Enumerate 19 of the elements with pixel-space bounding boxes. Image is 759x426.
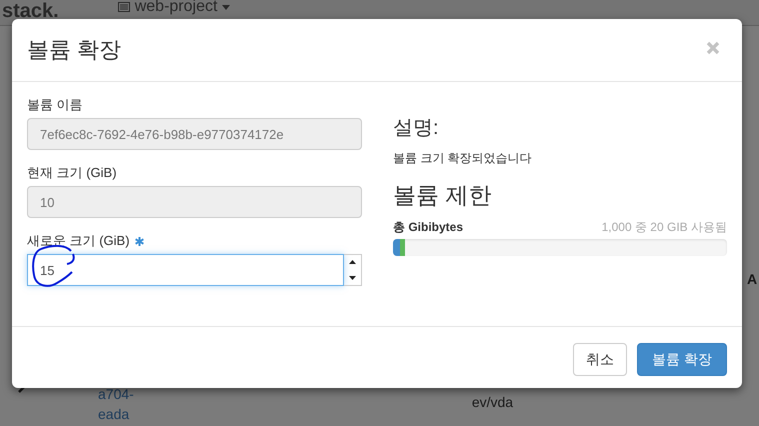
section-heading: 볼륨 제한 <box>393 181 492 210</box>
caret-icon <box>222 4 230 10</box>
quota-usage: 1,000 중 20 GIB 사용됨 <box>602 219 727 236</box>
table-cell: ev/vda <box>472 394 514 410</box>
description-text: 볼륨 크기 확장되었습니다 <box>393 150 533 167</box>
field-label: 볼륨 이름 <box>27 96 83 114</box>
column-header: A <box>747 271 758 287</box>
volume-link[interactable]: eada <box>98 404 134 424</box>
volume-link[interactable]: a704- <box>98 384 134 404</box>
section-heading: 설명: <box>393 116 440 141</box>
size-field[interactable]: 15 <box>27 254 344 286</box>
list-icon <box>118 2 130 12</box>
dialog-title: 볼륨 확장 <box>27 36 122 64</box>
required-icon <box>134 236 144 246</box>
extend-button[interactable]: 볼륨 확장 <box>637 343 727 376</box>
field-label: 현재 크기 (GiB) <box>27 164 117 182</box>
logo[interactable]: stack. <box>2 0 59 22</box>
quota-label: 총 Gibibytes <box>393 219 464 236</box>
cancel-button[interactable]: 취소 <box>573 343 628 376</box>
